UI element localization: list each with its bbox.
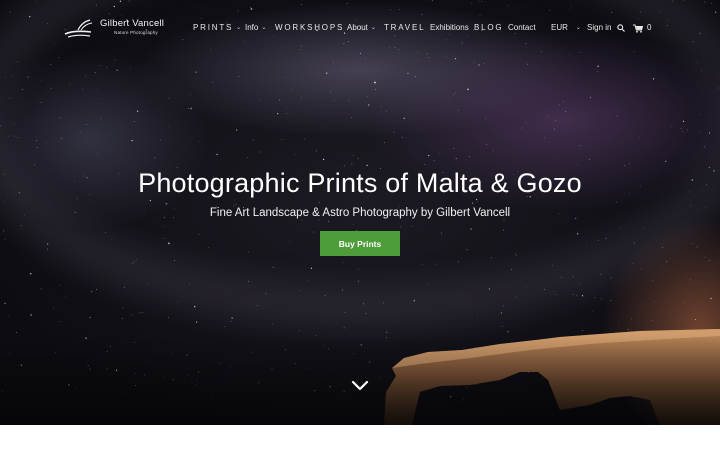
nav-item-label: Exhibitions	[430, 23, 469, 32]
hero-subtitle: Fine Art Landscape & Astro Photography b…	[209, 207, 511, 219]
page-content-area	[0, 425, 720, 450]
site-logo[interactable]: Gilbert Vancell Nature Photography	[64, 18, 164, 40]
nav-item-blog[interactable]: BLOG	[474, 22, 503, 34]
nav-item-label: Info	[245, 23, 259, 32]
buy-prints-button[interactable]: Buy Prints	[320, 231, 400, 256]
currency-selector[interactable]: EUR ⌄	[551, 22, 581, 34]
search-icon[interactable]	[617, 24, 625, 32]
nav-item-label: BLOG	[474, 23, 504, 32]
chevron-down-icon: ⌄	[261, 25, 267, 31]
nav-item-contact[interactable]: Contact	[508, 22, 536, 34]
sign-in-link[interactable]: Sign in	[587, 22, 611, 34]
brand-tagline: Nature Photography	[114, 30, 158, 35]
nav-item-workshops[interactable]: WORKSHOPS	[275, 22, 344, 34]
chevron-down-icon: ⌄	[236, 25, 243, 31]
brand-name: Gilbert Vancell	[100, 18, 165, 29]
chevron-down-icon: ⌄	[575, 25, 581, 31]
nav-item-prints[interactable]: PRINTS ⌄	[193, 22, 243, 34]
nav-item-about[interactable]: About ⌄	[347, 22, 376, 34]
chevron-down-icon[interactable]	[351, 380, 369, 392]
nav-item-info[interactable]: Info ⌄	[245, 22, 266, 34]
nav-item-travel[interactable]: TRAVEL	[384, 22, 425, 34]
site-header: Gilbert Vancell Nature Photography PRINT…	[0, 0, 720, 56]
cart-icon	[633, 24, 643, 33]
nav-item-label: Contact	[508, 23, 536, 32]
hero-section: Gilbert Vancell Nature Photography PRINT…	[0, 0, 720, 425]
cart-count: 0	[647, 23, 652, 32]
nav-item-label: TRAVEL	[384, 23, 426, 32]
nav-item-label: PRINTS	[193, 23, 234, 32]
currency-value: EUR	[551, 23, 568, 32]
nav-item-exhibitions[interactable]: Exhibitions	[430, 22, 469, 34]
logo-mark-icon	[64, 19, 93, 38]
cart-button[interactable]: 0	[633, 22, 651, 34]
hero-title: Photographic Prints of Malta & Gozo	[138, 168, 582, 198]
nav-item-label: WORKSHOPS	[275, 23, 345, 32]
chevron-down-icon: ⌄	[370, 25, 376, 31]
nav-item-label: About	[347, 23, 368, 32]
